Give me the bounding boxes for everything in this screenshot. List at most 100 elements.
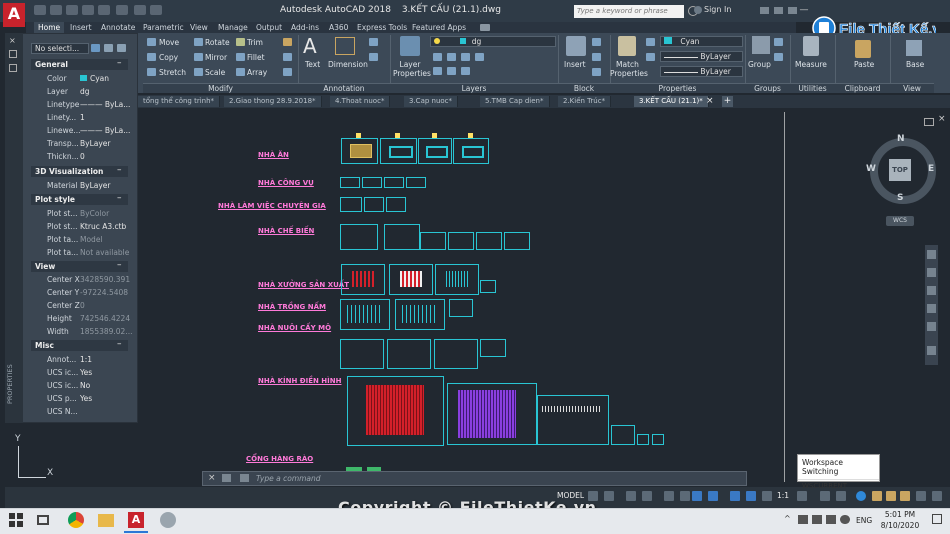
linetype-icon[interactable] — [646, 53, 655, 61]
drawing-sheet[interactable] — [449, 299, 473, 317]
drawing-sheet[interactable] — [406, 177, 426, 188]
linetype-dropdown[interactable]: ByLayer — [660, 51, 743, 62]
table-icon[interactable] — [369, 53, 378, 61]
section-misc[interactable]: Misc — [31, 340, 128, 351]
section-general[interactable]: General — [31, 59, 128, 70]
color-swatch-icon[interactable] — [646, 38, 655, 46]
recent-commands-icon[interactable] — [240, 474, 249, 482]
drawing-sheet[interactable] — [637, 434, 649, 445]
clock-time[interactable]: 5:01 PM — [884, 510, 916, 519]
layer-tool-icon[interactable] — [461, 67, 470, 75]
group-button[interactable]: Group — [748, 60, 771, 69]
showmotion-icon[interactable] — [927, 322, 936, 331]
drawing-sheet[interactable] — [447, 383, 537, 445]
drawing-sheet[interactable] — [389, 264, 433, 295]
show-hidden-icons[interactable]: ^ — [784, 514, 791, 523]
drawing-sheet[interactable] — [362, 177, 382, 188]
prop-value[interactable]: Cyan — [90, 74, 109, 83]
tab-insert[interactable]: Insert — [66, 22, 96, 33]
compass-north[interactable]: N — [897, 134, 905, 144]
selection-dropdown[interactable]: No selecti... — [31, 43, 89, 54]
drawing-sheet[interactable] — [380, 138, 417, 164]
prop-value[interactable]: Yes — [80, 368, 92, 377]
layer-tool-icon[interactable] — [475, 53, 484, 61]
pan-icon[interactable] — [927, 268, 936, 277]
minimize-icon[interactable]: — — [796, 3, 812, 17]
lineweight-dropdown[interactable]: ByLayer — [660, 66, 743, 77]
lineweight-icon[interactable] — [708, 491, 718, 501]
mirror-button[interactable]: Mirror — [205, 53, 227, 62]
erase-icon[interactable] — [283, 38, 292, 46]
command-close-icon[interactable]: × — [208, 473, 216, 483]
quick-properties-icon[interactable] — [856, 491, 866, 501]
annotation-monitor-icon[interactable] — [820, 491, 830, 501]
paste-button[interactable]: Paste — [854, 60, 874, 69]
utilities-panel-label[interactable]: Utilities — [790, 83, 835, 93]
modify-panel-label[interactable]: Modify — [143, 83, 298, 93]
drawing-sheet[interactable] — [476, 232, 502, 250]
prop-value[interactable]: 1 — [80, 113, 85, 122]
prop-value[interactable]: ByLayer — [80, 181, 111, 190]
steeringwheel-icon[interactable] — [927, 250, 936, 259]
task-view-icon[interactable] — [37, 515, 49, 525]
prop-value[interactable]: ByLayer — [80, 139, 111, 148]
palette-autohide-icon[interactable] — [9, 50, 17, 58]
drawing-sheet[interactable] — [480, 280, 496, 293]
units-icon[interactable] — [836, 491, 846, 501]
file-explorer-icon[interactable] — [98, 514, 114, 527]
chrome-icon[interactable] — [68, 512, 84, 528]
prop-value[interactable]: 0 — [80, 152, 85, 161]
section-3d-visualization[interactable]: 3D Visualization — [31, 166, 128, 177]
tab-output[interactable]: Output — [252, 22, 286, 33]
group-tool-icon[interactable] — [774, 53, 783, 61]
drawing-sheet[interactable] — [341, 138, 378, 164]
color-dropdown[interactable]: Cyan — [660, 36, 743, 47]
drawing-sheet[interactable] — [340, 177, 360, 188]
trim-button[interactable]: Trim — [247, 38, 263, 47]
windows-start-icon[interactable] — [8, 512, 24, 528]
drawing-sheet[interactable] — [340, 299, 390, 330]
block-tool-icon[interactable] — [592, 68, 601, 76]
drawing-sheet[interactable] — [448, 232, 474, 250]
drawing-sheet[interactable] — [652, 434, 664, 445]
isolate-objects-icon[interactable] — [886, 491, 896, 501]
a360-icon[interactable] — [774, 7, 783, 14]
layer-tool-icon[interactable] — [447, 53, 456, 61]
zoom-extents-icon[interactable] — [927, 286, 936, 295]
copy-button[interactable]: Copy — [159, 53, 178, 62]
notifications-icon[interactable] — [932, 514, 942, 524]
clipboard-panel-label[interactable]: Clipboard — [835, 83, 890, 93]
fillet-button[interactable]: Fillet — [247, 53, 265, 62]
match-properties-button[interactable]: Match Properties — [610, 60, 648, 78]
print-icon[interactable] — [98, 5, 110, 15]
autocad-taskbar-icon[interactable]: A — [128, 512, 144, 528]
drawing-sheet[interactable] — [435, 264, 479, 295]
clock-date[interactable]: 8/10/2020 — [878, 521, 922, 530]
viewport-restore-icon[interactable] — [924, 118, 934, 126]
new-file-icon[interactable] — [34, 5, 46, 15]
section-view[interactable]: View — [31, 261, 128, 272]
object-snap-tracking-icon[interactable] — [680, 491, 690, 501]
close-tab-icon[interactable]: × — [706, 97, 714, 106]
drawing-sheet[interactable] — [386, 197, 406, 212]
leader-icon[interactable] — [369, 38, 378, 46]
polar-icon[interactable] — [642, 491, 652, 501]
drawing-sheet[interactable] — [341, 264, 385, 295]
prop-value[interactable]: No — [80, 381, 90, 390]
new-tab-icon[interactable]: + — [722, 96, 733, 107]
sign-in-button[interactable]: Sign In — [704, 5, 731, 14]
group-tool-icon[interactable] — [774, 38, 783, 46]
isodraft-icon[interactable] — [664, 491, 674, 501]
file-tab[interactable]: 3.Cap nuoc* — [404, 96, 459, 107]
viewcube-top-face[interactable]: TOP — [889, 159, 911, 181]
ortho-icon[interactable] — [626, 491, 636, 501]
layer-tool-icon[interactable] — [433, 53, 442, 61]
base-button[interactable]: Base — [906, 60, 924, 69]
file-tab[interactable]: 2.Kiến Trúc* — [558, 96, 612, 107]
section-plot-style[interactable]: Plot style — [31, 194, 128, 205]
language-indicator[interactable]: ENG — [856, 516, 872, 525]
drawing-sheet[interactable] — [384, 224, 420, 250]
collapse-icon[interactable]: – — [117, 193, 122, 203]
layers-panel-label[interactable]: Layers — [390, 83, 558, 93]
drawing-sheet[interactable] — [340, 197, 362, 212]
